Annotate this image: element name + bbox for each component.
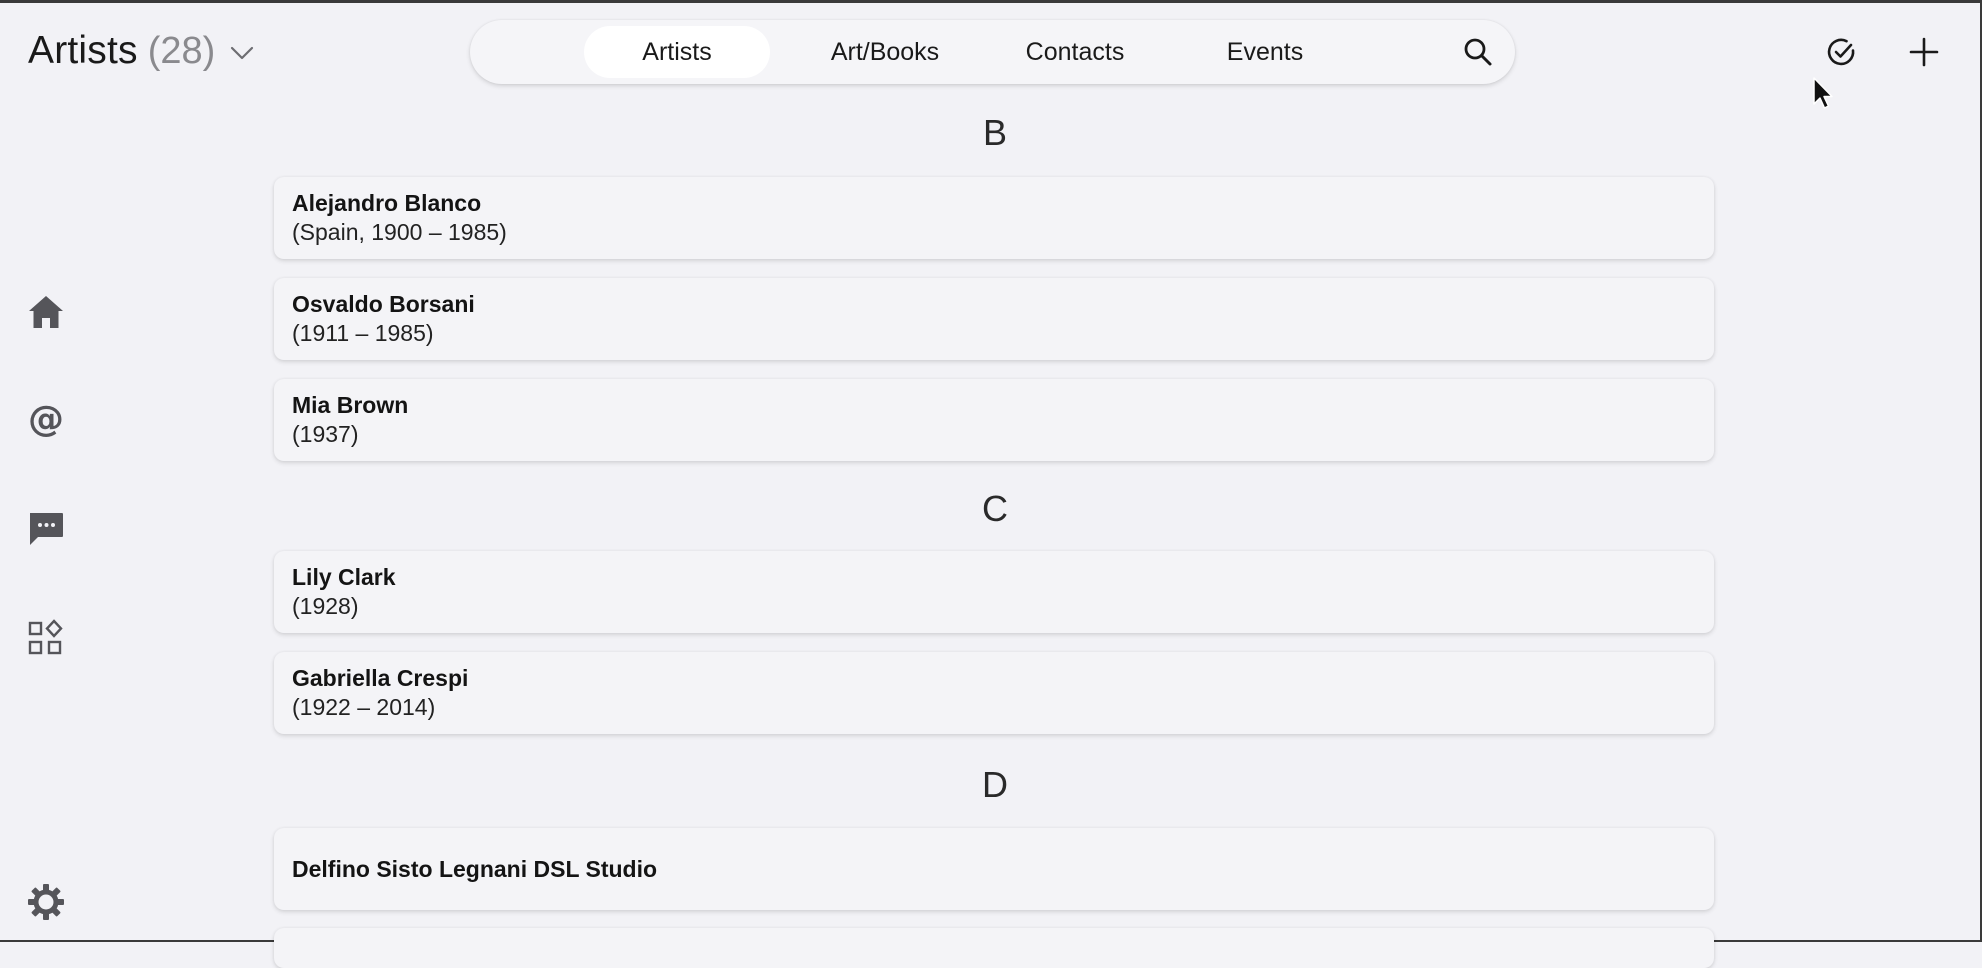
at-sign-icon: @: [28, 400, 64, 440]
sidebar-item-home[interactable]: [24, 290, 68, 334]
artist-dates: (1937): [292, 421, 359, 447]
artist-dates: (Spain, 1900 – 1985): [292, 219, 507, 245]
page-title: Artists: [28, 29, 138, 72]
tab-events[interactable]: Events: [1170, 26, 1360, 78]
artist-name: Mia Brown: [292, 392, 409, 418]
artist-name: Osvaldo Borsani: [292, 291, 475, 317]
artist-dates: (1911 – 1985): [292, 320, 434, 346]
tab-artists[interactable]: Artists: [584, 26, 770, 78]
artist-name: Gabriella Crespi: [292, 665, 469, 691]
artist-name: Alejandro Blanco: [292, 190, 482, 216]
add-artist-button[interactable]: [1906, 34, 1942, 70]
list-item[interactable]: Mia Brown (1937): [274, 379, 1714, 461]
mouse-cursor-icon: [1813, 77, 1833, 109]
section-letter: D: [982, 764, 1008, 805]
list-item[interactable]: Lily Clark (1928): [274, 551, 1714, 633]
list-item[interactable]: Alejandro Blanco (Spain, 1900 – 1985): [274, 177, 1714, 259]
tab-bar: Artists Art/Books Contacts Events: [470, 20, 1515, 84]
sidebar-item-settings[interactable]: [24, 880, 68, 924]
artist-count: (28): [147, 29, 216, 72]
artist-name: Lily Clark: [292, 564, 396, 590]
chevron-down-icon: [231, 46, 254, 60]
tab-contacts[interactable]: Contacts: [980, 26, 1170, 78]
section-letter: C: [982, 488, 1008, 529]
list-item[interactable]: [274, 928, 1714, 968]
artist-name: Delfino Sisto Legnani DSL Studio: [292, 855, 658, 882]
list-item[interactable]: Gabriella Crespi (1922 – 2014): [274, 652, 1714, 734]
artist-dates: (1928): [292, 593, 359, 619]
artist-dates: (1922 – 2014): [292, 694, 436, 720]
tab-art-books[interactable]: Art/Books: [790, 26, 980, 78]
sidebar-item-messages[interactable]: [24, 506, 68, 550]
chat-icon: [30, 513, 63, 545]
page-title-dropdown[interactable]: Artists (28): [28, 26, 257, 76]
search-icon: [1464, 38, 1492, 66]
sidebar-item-mentions[interactable]: @: [24, 398, 68, 442]
list-item[interactable]: Osvaldo Borsani (1911 – 1985): [274, 278, 1714, 360]
svg-text:@: @: [28, 400, 64, 440]
gear-icon: [28, 884, 64, 920]
search-button[interactable]: [1460, 34, 1496, 70]
sidebar-item-apps[interactable]: [24, 616, 68, 660]
apps-icon: [28, 619, 63, 655]
select-button[interactable]: [1824, 34, 1860, 70]
section-letter: B: [982, 112, 1007, 153]
plus-icon: [1909, 37, 1939, 67]
home-icon: [29, 296, 63, 328]
check-circle-icon: [1827, 38, 1855, 66]
list-item[interactable]: Delfino Sisto Legnani DSL Studio: [274, 828, 1714, 910]
